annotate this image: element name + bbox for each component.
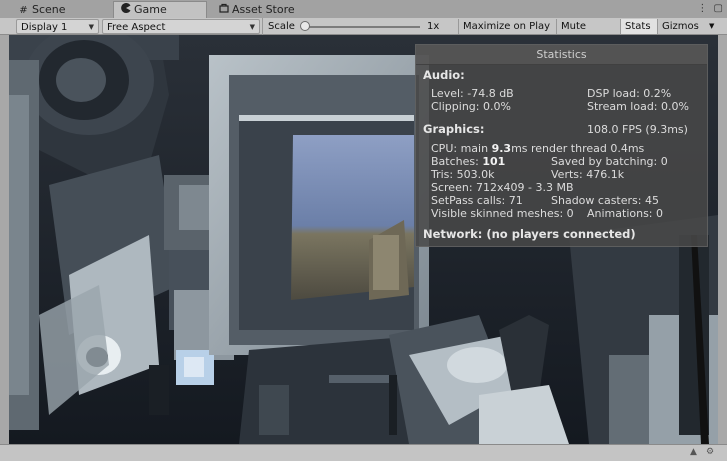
more-options-icon[interactable]: ⋮	[697, 3, 707, 14]
status-progress-icon: ▲	[690, 447, 697, 457]
audio-clipping: Clipping: 0.0%	[431, 100, 511, 113]
gizmos-arrow-icon[interactable]: ▼	[705, 19, 723, 34]
editor-tab-strip: # Scene Game Asset Store ⋮ ▢	[0, 0, 727, 18]
batches-prefix: Batches:	[431, 155, 483, 168]
tab-scene[interactable]: # Scene	[12, 2, 96, 18]
scale-slider-handle[interactable]	[300, 21, 310, 31]
grid-icon: #	[19, 5, 28, 16]
audio-stream-load: Stream load: 0.0%	[587, 100, 689, 113]
dropdown-arrow-icon: ▼	[88, 23, 94, 31]
status-settings-icon[interactable]: ⚙	[706, 447, 714, 457]
gizmos-dropdown[interactable]: Gizmos	[657, 19, 703, 34]
cpu-main-value: 9.3	[491, 142, 512, 155]
dropdown-arrow-icon: ▼	[249, 23, 255, 31]
gizmos-label: Gizmos	[662, 21, 699, 32]
graphics-screen: Screen: 712x409 - 3.3 MB	[431, 181, 574, 194]
graphics-shadow-casters: Shadow casters: 45	[551, 194, 659, 207]
status-bar: ▲ ⚙	[0, 444, 727, 461]
maximize-on-play-toggle[interactable]: Maximize on Play	[458, 19, 556, 34]
stats-toggle[interactable]: Stats	[620, 19, 657, 34]
graphics-animations: Animations: 0	[587, 207, 664, 220]
audio-level: Level: -74.8 dB	[431, 87, 514, 100]
scale-value: 1x	[427, 21, 440, 32]
aspect-dropdown[interactable]: Free Aspect ▼	[102, 19, 260, 34]
store-icon	[218, 3, 229, 19]
pacman-icon	[120, 2, 131, 19]
display-dropdown[interactable]: Display 1 ▼	[16, 19, 99, 34]
scale-slider-track[interactable]	[305, 26, 420, 28]
viewport-right-border	[718, 35, 727, 444]
scale-label: Scale	[268, 21, 295, 32]
graphics-cpu: CPU: main 9.3ms render thread 0.4ms	[431, 142, 644, 155]
graphics-fps: 108.0 FPS (9.3ms)	[587, 123, 688, 136]
tab-asset-store-label: Asset Store	[232, 3, 295, 16]
graphics-setpass: SetPass calls: 71	[431, 194, 523, 207]
statistics-title: Statistics	[416, 45, 707, 65]
display-dropdown-label: Display 1	[21, 22, 68, 33]
viewport-left-border	[0, 35, 9, 444]
cpu-suffix: ms render thread 0.4ms	[511, 142, 645, 155]
audio-heading: Audio:	[423, 68, 465, 82]
graphics-heading: Graphics:	[423, 122, 485, 136]
maximize-icon[interactable]: ▢	[714, 3, 723, 14]
tab-scene-label: Scene	[32, 3, 66, 16]
audio-dsp-load: DSP load: 0.2%	[587, 87, 672, 100]
graphics-skinned-meshes: Visible skinned meshes: 0	[431, 207, 574, 220]
toolbar-divider	[262, 18, 263, 35]
network-status: Network: (no players connected)	[423, 227, 636, 241]
cpu-prefix: CPU: main	[431, 142, 492, 155]
batches-value: 101	[482, 155, 506, 168]
graphics-saved-by-batching: Saved by batching: 0	[551, 155, 668, 168]
window-controls: ⋮ ▢	[697, 3, 723, 14]
tab-game-label: Game	[134, 3, 167, 16]
aspect-dropdown-label: Free Aspect	[107, 22, 166, 33]
tab-asset-store[interactable]: Asset Store	[212, 2, 312, 18]
graphics-tris: Tris: 503.0k	[431, 168, 495, 181]
game-viewport[interactable]: Statistics Audio: Level: -74.8 dB DSP lo…	[9, 35, 718, 444]
tab-game[interactable]: Game	[113, 1, 207, 18]
game-view-toolbar: Display 1 ▼ Free Aspect ▼ Scale 1x Maxim…	[0, 18, 727, 47]
graphics-verts: Verts: 476.1k	[551, 168, 625, 181]
statistics-overlay: Statistics Audio: Level: -74.8 dB DSP lo…	[415, 44, 708, 247]
graphics-batches: Batches: 101	[431, 155, 505, 168]
mute-audio-toggle[interactable]: Mute audio	[556, 19, 620, 47]
